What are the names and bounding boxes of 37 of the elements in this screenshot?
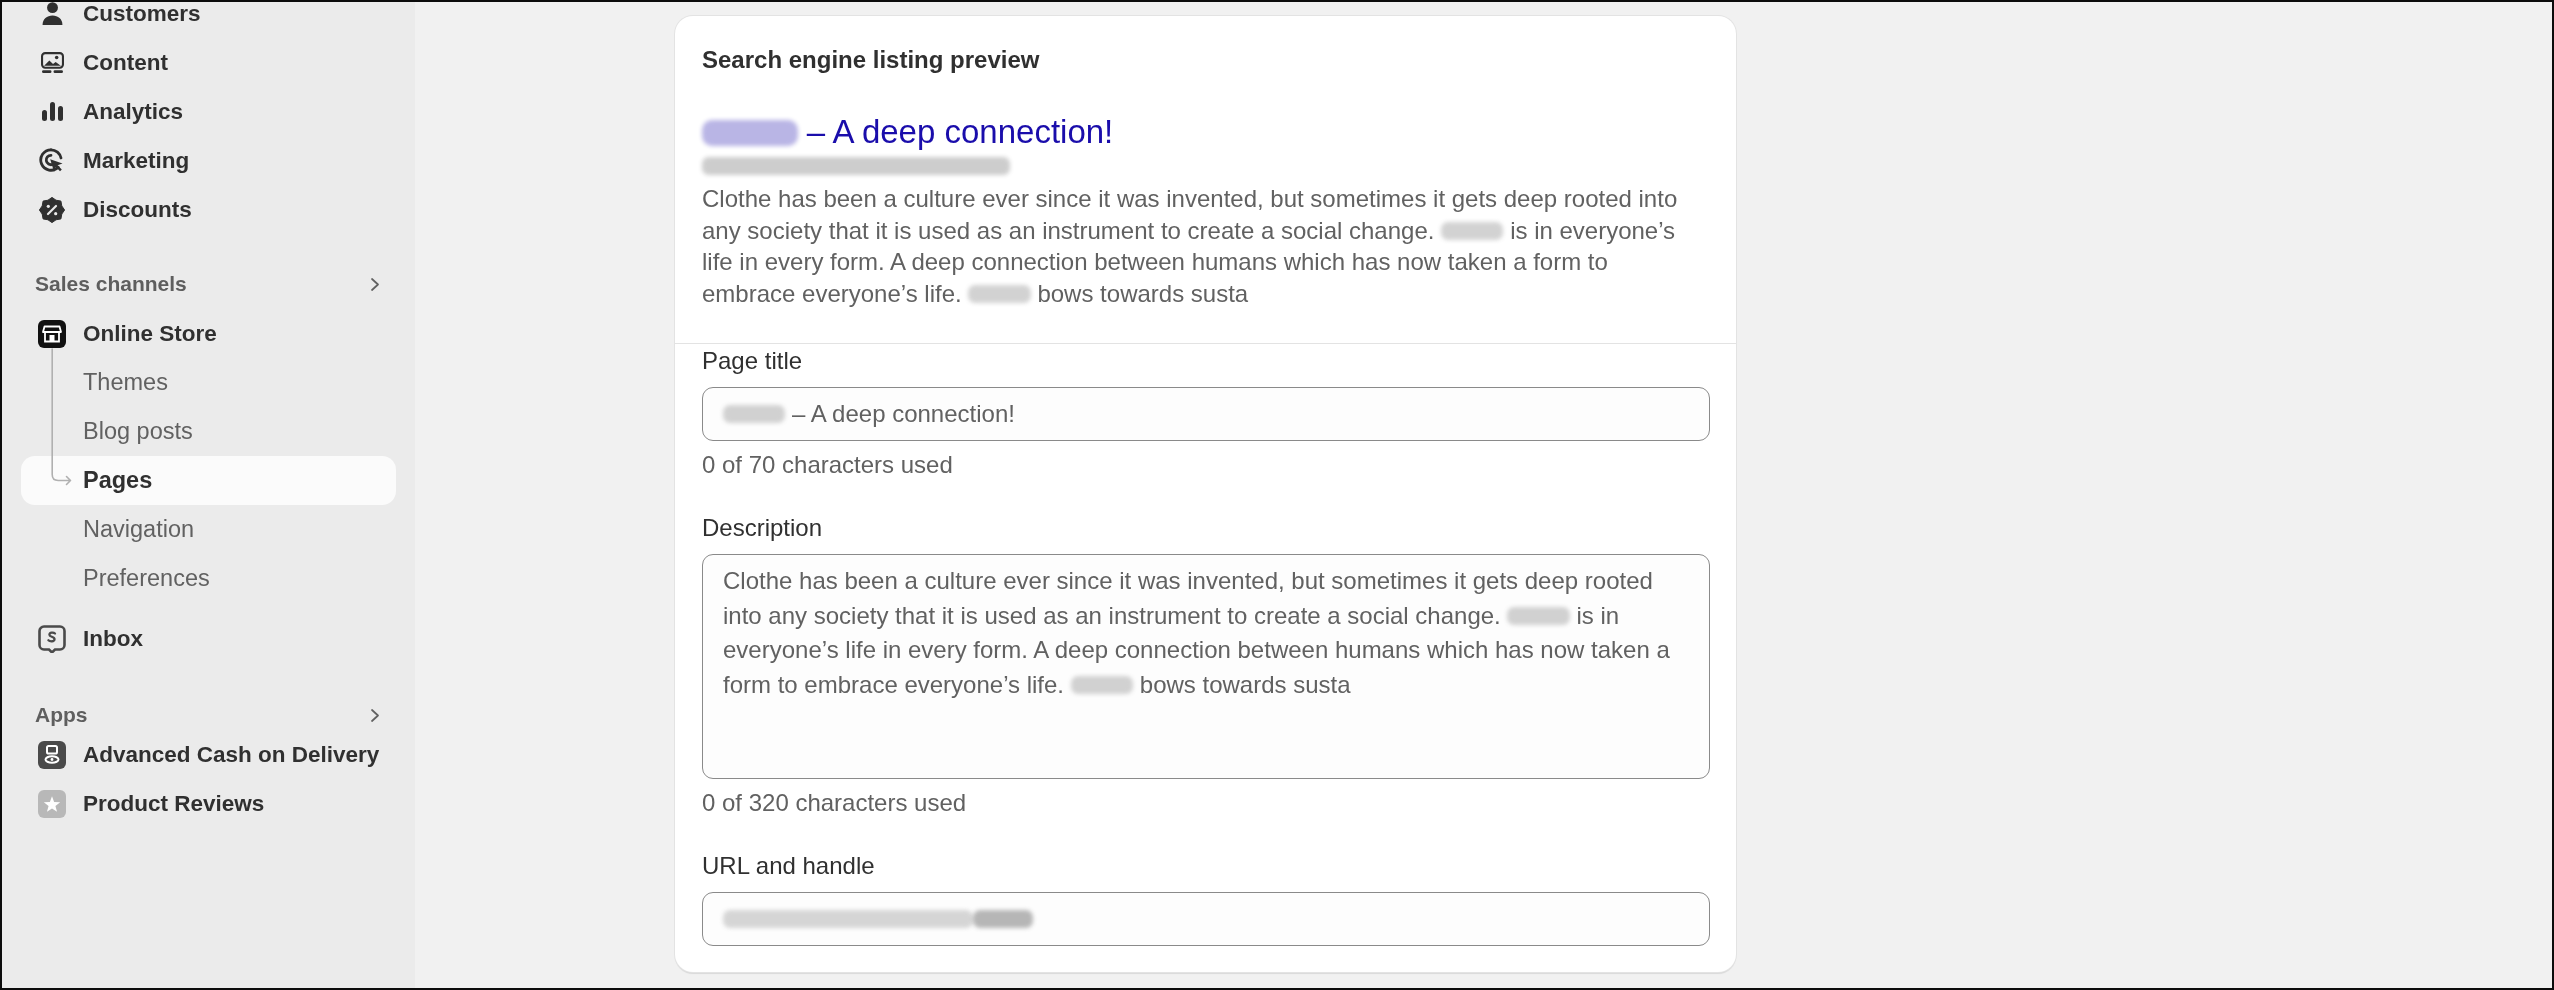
person-icon — [41, 2, 63, 25]
sidebar-item[interactable]: Analytics — [21, 87, 396, 136]
field-label: Page title — [702, 347, 803, 375]
text-area[interactable]: Clothe has been a culture ever since it was invented, but sometimes it gets deep rooted into any society that it is used as an instrument to create a social change. is in everyone’s life in every form. A deep connection between humans which has now taken a form to embrace everyone’s life. bows towards susta — [702, 554, 1710, 779]
preview-description: Clothe has been a culture ever since it was invented, but sometimes it gets deep rooted into any society that it is used as an instrument to create a social change. is in everyone’s life in every form. A deep connection between humans which has now taken a form to embrace everyone’s life. bows towards susta — [702, 184, 1679, 309]
target-cursor-icon — [39, 148, 65, 173]
section-heading-link[interactable]: Apps — [21, 700, 396, 730]
app-tile-icon — [38, 740, 66, 769]
sidebar-item[interactable]: Customers — [21, 2, 396, 38]
sidebar-item[interactable]: Marketing — [21, 136, 396, 185]
image-icon — [40, 52, 64, 73]
section-heading-link[interactable]: Sales channels — [21, 269, 396, 299]
chevron-right-icon — [371, 708, 379, 722]
preview-title: – A deep connection! — [702, 113, 1114, 151]
field-label: URL and handle — [702, 852, 875, 880]
sidebar-item[interactable]: Online Store — [21, 309, 396, 358]
chat-bubble-icon — [38, 624, 66, 653]
sidebar-subitem[interactable]: Navigation — [21, 505, 396, 554]
sidebar-subitem[interactable]: Blog posts — [21, 407, 396, 456]
percent-badge-icon — [39, 196, 65, 223]
sidebar-item[interactable]: Product Reviews — [21, 779, 396, 828]
sidebar-subitem[interactable]: Themes — [21, 358, 396, 407]
sidebar-item[interactable]: Discounts — [21, 185, 396, 234]
card-title: Search engine listing preview — [702, 46, 1040, 74]
storefront-icon — [38, 319, 66, 348]
sidebar-item[interactable]: Content — [21, 38, 396, 87]
character-count: 0 of 320 characters used — [702, 789, 967, 817]
field-label: Description — [702, 514, 823, 542]
bar-chart-icon — [41, 102, 63, 121]
character-count: 0 of 70 characters used — [702, 451, 953, 479]
sidebar-subitem[interactable]: Pages — [21, 456, 396, 505]
chevron-right-icon — [371, 277, 379, 291]
sidebar-item[interactable]: Advanced Cash on Delivery — [21, 730, 396, 779]
sidebar-item[interactable]: Inbox — [21, 614, 396, 663]
url-field[interactable] — [702, 892, 1710, 946]
sidebar-subitem[interactable]: Preferences — [21, 554, 396, 603]
input-field[interactable]: – A deep connection! — [702, 387, 1710, 441]
